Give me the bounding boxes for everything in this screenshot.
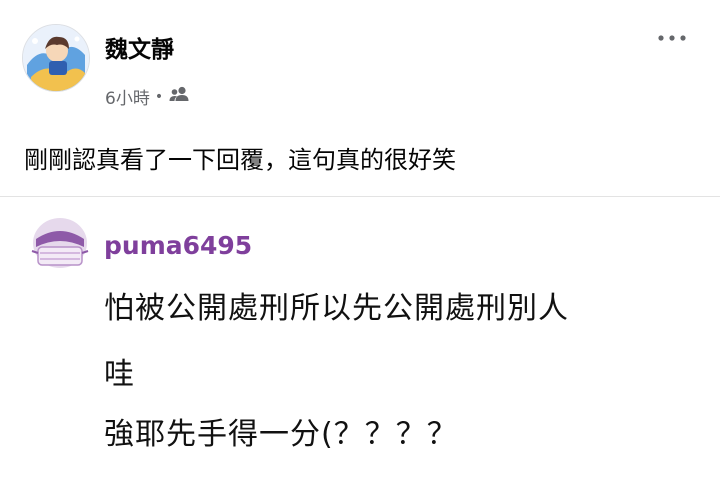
friends-icon[interactable]: [168, 86, 190, 107]
masked-face-avatar-icon: [31, 218, 89, 268]
author-name[interactable]: 魏文靜: [105, 30, 174, 64]
more-dots-icon: [658, 35, 686, 41]
commenter-avatar: [30, 217, 90, 275]
quoted-comment-screenshot: puma6495 怕被公開處刑所以先公開處刑別人 哇 強耶先手得一分(？？？？: [0, 196, 720, 488]
comment-line: 怕被公開處刑所以先公開處刑別人: [104, 291, 569, 326]
more-options-button[interactable]: [652, 24, 692, 52]
meta-separator: •: [154, 88, 164, 105]
avatar-illustration: [23, 25, 89, 91]
commenter-username: puma6495: [104, 231, 253, 260]
post-time[interactable]: 6小時: [105, 84, 150, 109]
post-meta: 6小時 •: [105, 84, 190, 109]
comment-line: 強耶先手得一分(？？？？: [104, 417, 458, 452]
author-avatar[interactable]: [22, 24, 90, 92]
comment-line: 哇: [104, 357, 135, 392]
post-text: 剛剛認真看了一下回覆，這句真的很好笑: [24, 146, 456, 174]
post-header: 魏文靜 6小時 •: [0, 0, 720, 110]
